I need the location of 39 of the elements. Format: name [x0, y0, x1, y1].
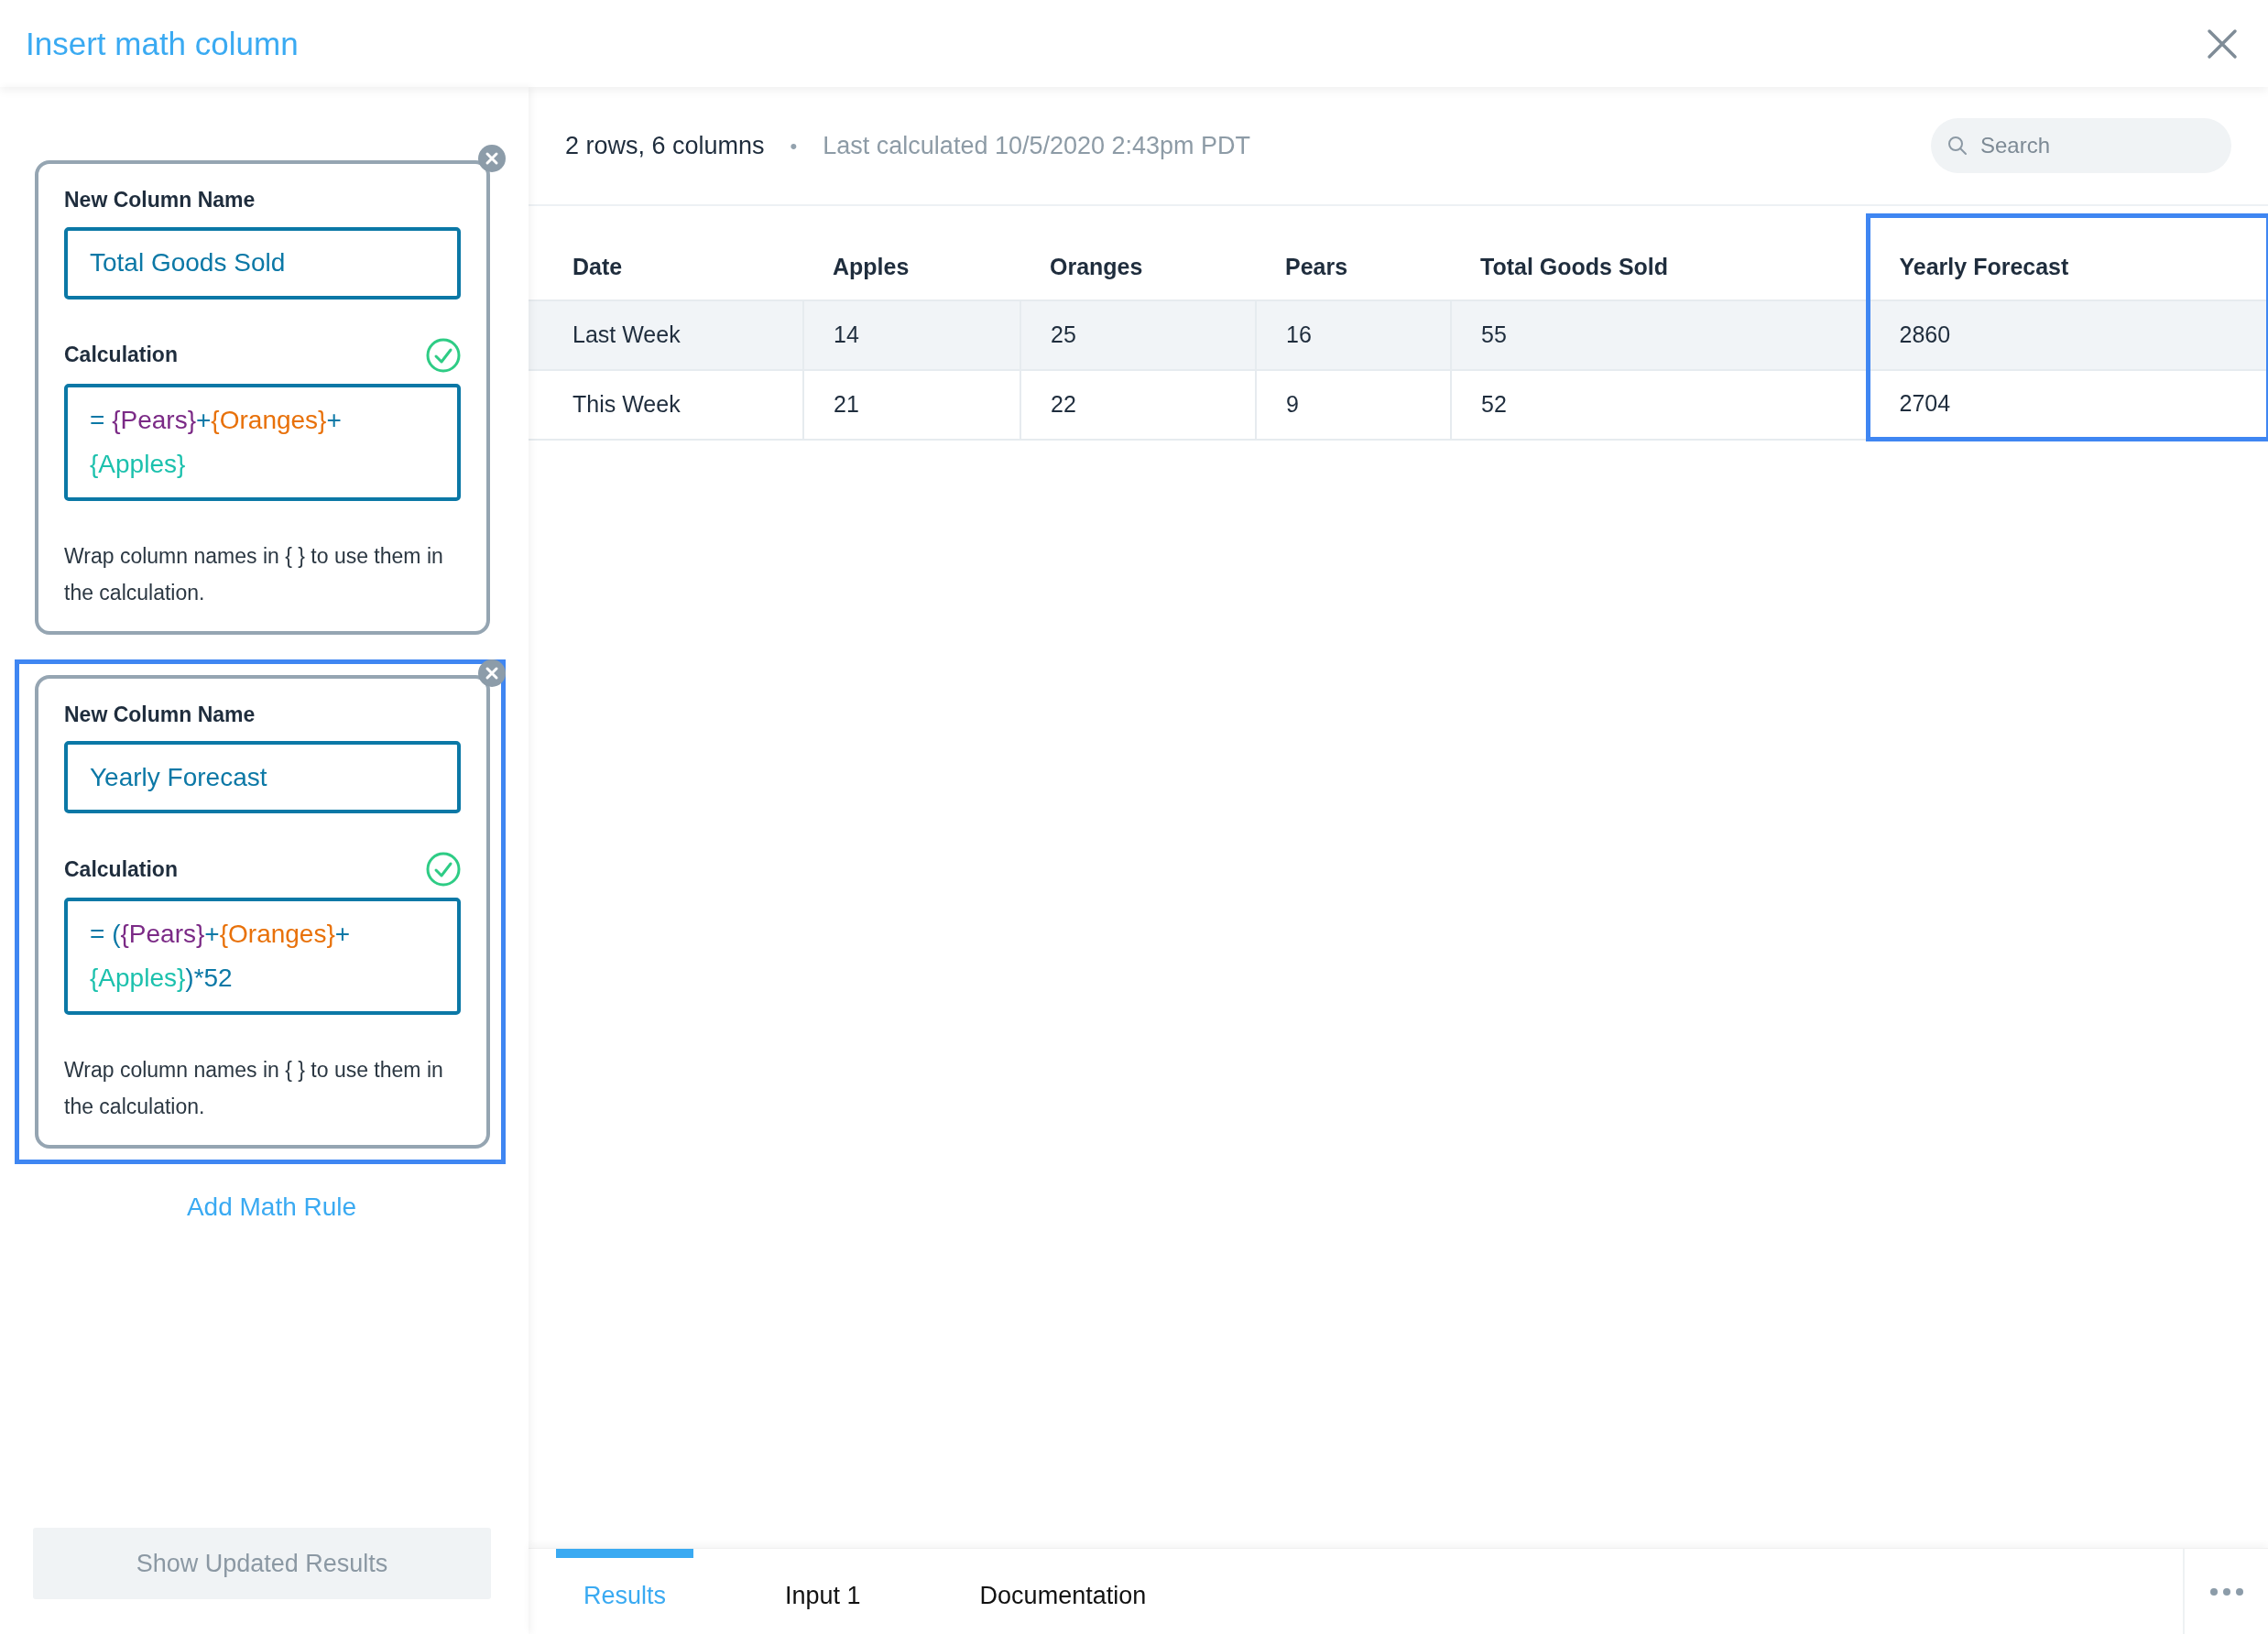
- close-icon: [485, 151, 499, 166]
- help-text: Wrap column names in { } to use them in the calculation.: [64, 1057, 444, 1120]
- tab[interactable]: Input 1: [758, 1549, 889, 1634]
- more-icon: [2208, 1586, 2244, 1596]
- row-column-count: 2 rows, 6 columns: [565, 130, 765, 161]
- field-label: Calculation: [64, 855, 178, 883]
- table-cell: 21: [803, 369, 1020, 440]
- column-header[interactable]: Pears: [1256, 215, 1451, 300]
- table-cell: 16: [1256, 300, 1451, 370]
- column-header[interactable]: Total Goods Sold: [1451, 215, 1868, 300]
- table-cell: 9: [1256, 369, 1451, 440]
- table-cell: 52: [1451, 369, 1868, 440]
- table-cell: This Week: [529, 369, 803, 440]
- calculation-field[interactable]: = {Pears}+{Oranges}+ {Apples}: [64, 383, 461, 501]
- last-calculated-text: Last calculated 10/5/2020 2:43pm PDT: [823, 130, 1251, 161]
- calculation-field[interactable]: = ({Pears}+{Oranges}+ {Apples})*52: [64, 898, 461, 1015]
- table-cell: 14: [803, 300, 1020, 370]
- close-icon: [485, 665, 499, 681]
- column-header[interactable]: Apples: [803, 215, 1020, 300]
- table-cell: Last Week: [529, 300, 803, 370]
- remove-rule-button[interactable]: [478, 659, 506, 687]
- separator-dot: •: [790, 133, 798, 159]
- field-label: New Column Name: [64, 187, 256, 213]
- table-cell: 22: [1020, 369, 1256, 440]
- table-cell: 2860: [1868, 300, 2268, 370]
- column-header[interactable]: Oranges: [1020, 215, 1256, 300]
- table-cell: 55: [1451, 300, 1868, 370]
- help-text: Wrap column names in { } to use them in the calculation.: [64, 542, 444, 606]
- search-field[interactable]: Search: [1931, 118, 2231, 173]
- tab[interactable]: Documentation: [952, 1549, 1174, 1634]
- column-header[interactable]: Date: [529, 215, 803, 300]
- field-label: Calculation: [64, 342, 178, 369]
- remove-rule-button[interactable]: [478, 145, 506, 172]
- table-cell: 2704: [1868, 369, 2268, 440]
- column-name-field[interactable]: Yearly Forecast: [64, 741, 461, 813]
- column-name-field[interactable]: Total Goods Sold: [64, 226, 461, 300]
- table-cell: 25: [1020, 300, 1256, 370]
- dialog-title: Insert math column: [26, 24, 299, 63]
- field-label: New Column Name: [64, 701, 256, 728]
